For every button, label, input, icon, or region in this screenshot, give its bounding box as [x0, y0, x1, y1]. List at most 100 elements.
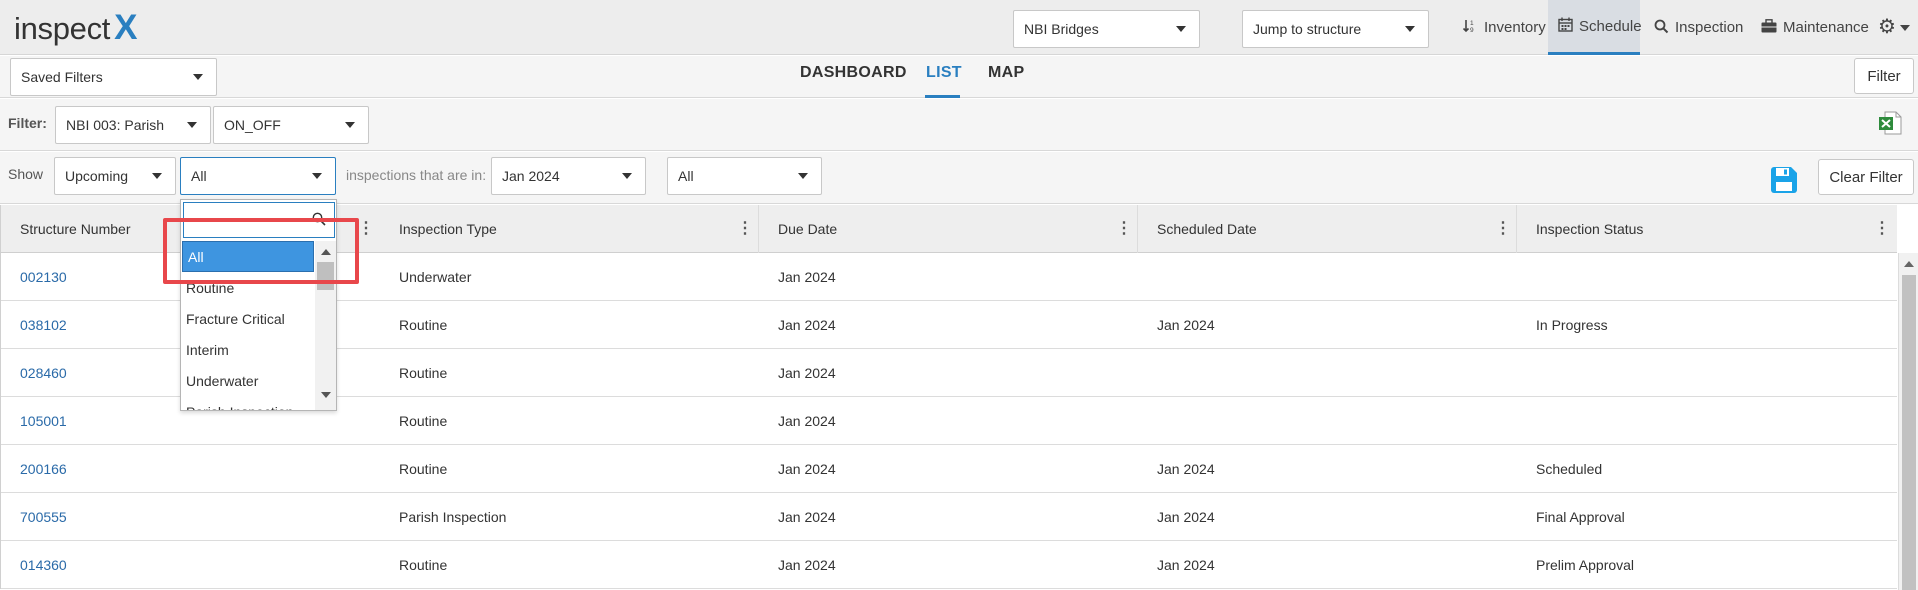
- table-scrollbar[interactable]: [1898, 253, 1918, 590]
- chevron-down-icon: [312, 173, 322, 179]
- due-date-cell: Jan 2024: [778, 460, 836, 477]
- search-icon: [1654, 19, 1669, 37]
- column-menu-icon[interactable]: ⋮: [1116, 221, 1132, 237]
- column-header-scheduled-date[interactable]: Scheduled Date: [1157, 205, 1257, 253]
- column-separator: [1137, 205, 1138, 253]
- active-tab-indicator: [925, 95, 960, 98]
- dropdown-option-parish-inspection[interactable]: Parish Inspection: [181, 396, 315, 411]
- chevron-down-icon: [345, 122, 355, 128]
- svg-text:1: 1: [1470, 20, 1474, 27]
- show-label: Show: [8, 166, 44, 182]
- scroll-up-icon[interactable]: [1904, 261, 1914, 267]
- structure-number-link[interactable]: 038102: [20, 301, 67, 348]
- inspection-type-cell: Parish Inspection: [399, 508, 507, 525]
- svg-text:9: 9: [1470, 27, 1474, 34]
- table-row[interactable]: 014360 Routine Jan 2024 Jan 2024 Prelim …: [1, 541, 1897, 589]
- nav-inspection[interactable]: Inspection: [1644, 0, 1744, 55]
- filter-parish-select[interactable]: NBI 003: Parish: [55, 106, 211, 144]
- scheduled-date-cell: Jan 2024: [1157, 460, 1215, 477]
- chevron-down-icon[interactable]: [1900, 25, 1910, 31]
- column-separator: [1516, 205, 1517, 253]
- nav-schedule-label: Schedule: [1579, 17, 1642, 35]
- toolbox-icon: [1761, 19, 1777, 36]
- nav-maintenance[interactable]: Maintenance: [1751, 0, 1871, 55]
- status-value: All: [678, 168, 694, 184]
- chevron-down-icon: [1405, 26, 1415, 32]
- highlight-annotation: [163, 218, 359, 284]
- chevron-down-icon: [1176, 26, 1186, 32]
- structure-number-link[interactable]: 200166: [20, 445, 67, 492]
- nav-schedule[interactable]: Schedule: [1548, 0, 1642, 55]
- column-header-inspection-status[interactable]: Inspection Status: [1536, 205, 1643, 253]
- save-icon[interactable]: [1769, 165, 1799, 195]
- due-date-cell: Jan 2024: [778, 316, 836, 333]
- show-bar: Show Upcoming All inspections that are i…: [0, 152, 1918, 204]
- scrollbar-thumb[interactable]: [1902, 275, 1916, 590]
- tab-map[interactable]: MAP: [988, 64, 1024, 82]
- timing-value: Upcoming: [65, 168, 129, 184]
- dropdown-option-fracture-critical[interactable]: Fracture Critical: [181, 303, 315, 334]
- clear-filter-button[interactable]: Clear Filter: [1818, 159, 1914, 195]
- logo-text: inspect: [14, 11, 111, 46]
- chevron-down-icon: [622, 173, 632, 179]
- dropdown-option-underwater[interactable]: Underwater: [181, 365, 315, 396]
- asset-type-value: NBI Bridges: [1024, 21, 1099, 37]
- jump-to-structure-value: Jump to structure: [1253, 21, 1362, 37]
- column-menu-icon[interactable]: ⋮: [1874, 221, 1890, 237]
- period-value: Jan 2024: [502, 168, 560, 184]
- due-date-cell: Jan 2024: [778, 556, 836, 573]
- timing-select[interactable]: Upcoming: [54, 157, 176, 195]
- inspection-type-cell: Routine: [399, 364, 448, 381]
- tab-dashboard[interactable]: DASHBOARD: [800, 64, 907, 82]
- filter-button[interactable]: Filter: [1854, 58, 1914, 94]
- gear-icon[interactable]: ⚙: [1878, 14, 1896, 39]
- structure-number-link[interactable]: 700555: [20, 493, 67, 540]
- excel-export-icon[interactable]: [1878, 111, 1902, 135]
- inspection-status-cell: Final Approval: [1536, 508, 1625, 525]
- period-select[interactable]: Jan 2024: [491, 157, 646, 195]
- dropdown-option-interim[interactable]: Interim: [181, 334, 315, 365]
- filter-on-off-select[interactable]: ON_OFF: [213, 106, 369, 144]
- table-row[interactable]: 200166 Routine Jan 2024 Jan 2024 Schedul…: [1, 445, 1897, 493]
- column-header-structure-number[interactable]: Structure Number: [20, 205, 130, 253]
- jump-to-structure-select[interactable]: Jump to structure: [1242, 10, 1429, 48]
- app-logo[interactable]: inspect X: [14, 8, 137, 48]
- nav-inventory-label: Inventory: [1484, 19, 1546, 36]
- structure-number-link[interactable]: 014360: [20, 541, 67, 588]
- column-menu-icon[interactable]: ⋮: [1495, 221, 1511, 237]
- top-navbar: inspect X NBI Bridges Jump to structure 1…: [0, 0, 1918, 55]
- chevron-down-icon: [152, 173, 162, 179]
- filter-parish-value: NBI 003: Parish: [66, 117, 165, 133]
- column-menu-icon[interactable]: ⋮: [737, 221, 753, 237]
- logo-mark: X: [114, 8, 138, 47]
- asset-type-select[interactable]: NBI Bridges: [1013, 10, 1200, 48]
- inspection-type-cell: Routine: [399, 412, 448, 429]
- tab-list[interactable]: LIST: [926, 64, 962, 82]
- table-row[interactable]: 700555 Parish Inspection Jan 2024 Jan 20…: [1, 493, 1897, 541]
- column-separator: [758, 205, 759, 253]
- scheduled-date-cell: Jan 2024: [1157, 508, 1215, 525]
- inspection-type-select[interactable]: All: [180, 157, 336, 195]
- saved-filters-select[interactable]: Saved Filters: [10, 58, 217, 96]
- inspection-type-value: All: [191, 168, 207, 184]
- status-select[interactable]: All: [667, 157, 822, 195]
- inspection-type-cell: Routine: [399, 460, 448, 477]
- scroll-down-icon[interactable]: [321, 392, 331, 398]
- structure-number-link[interactable]: 002130: [20, 253, 67, 300]
- structure-number-link[interactable]: 028460: [20, 349, 67, 396]
- saved-filters-value: Saved Filters: [21, 69, 103, 85]
- column-header-inspection-type[interactable]: Inspection Type: [399, 205, 497, 253]
- chevron-down-icon: [193, 74, 203, 80]
- due-date-cell: Jan 2024: [778, 268, 836, 285]
- due-date-cell: Jan 2024: [778, 508, 836, 525]
- nav-inventory[interactable]: 19 Inventory: [1453, 0, 1553, 55]
- inspection-status-cell: Scheduled: [1536, 460, 1603, 477]
- chevron-down-icon: [798, 173, 808, 179]
- calendar-icon: [1558, 17, 1573, 35]
- scheduled-date-cell: Jan 2024: [1157, 316, 1215, 333]
- column-header-due-date[interactable]: Due Date: [778, 205, 837, 253]
- sort-icon: 19: [1462, 18, 1478, 37]
- due-date-cell: Jan 2024: [778, 412, 836, 429]
- structure-number-link[interactable]: 105001: [20, 397, 67, 444]
- filter-bar: Filter: NBI 003: Parish ON_OFF: [0, 99, 1918, 151]
